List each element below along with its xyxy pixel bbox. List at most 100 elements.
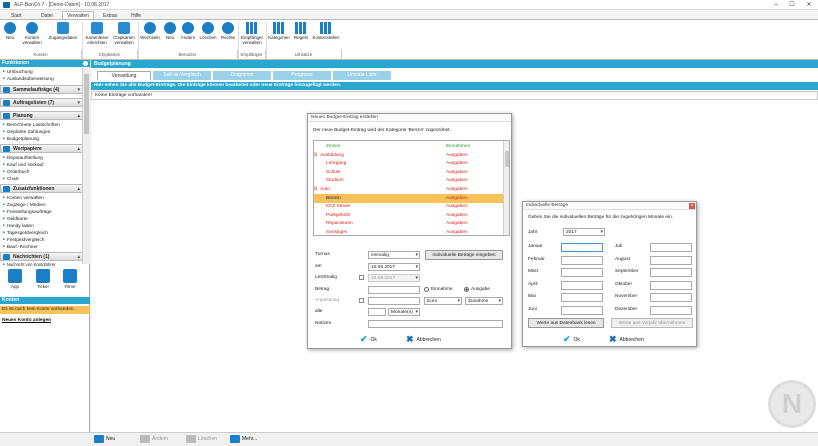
section-planung[interactable]: Planung ▴: [0, 111, 83, 120]
nav-umbuchung[interactable]: Umbuchung: [3, 69, 33, 75]
month-amount-input[interactable]: [561, 280, 603, 290]
month-amount-input[interactable]: [650, 243, 692, 252]
ok-button[interactable]: ✔ Ok: [360, 334, 377, 344]
turnus-select[interactable]: einmalig: [368, 251, 420, 259]
cancel-button[interactable]: ✖ Abbrechen: [406, 334, 441, 344]
benutzer-aendern-button[interactable]: Ändern: [179, 22, 197, 50]
tab-datei[interactable]: Datei: [36, 11, 58, 19]
anpassung-input[interactable]: [368, 297, 420, 305]
am-date-field[interactable]: 10.08.2017: [368, 263, 420, 271]
tree-row[interactable]: Benzin Ausgaben: [314, 193, 504, 203]
tree-row[interactable]: Lehrgang Ausgaben: [314, 159, 504, 168]
nav-depotaufstellung[interactable]: Depotaufstellung: [3, 155, 43, 161]
month-amount-input[interactable]: [650, 268, 692, 277]
month-amount-input[interactable]: [561, 243, 603, 252]
chipkarten-button[interactable]: Chipkarten verwalten: [111, 22, 137, 50]
new-account-link[interactable]: Neues Konto anlegen: [2, 318, 51, 323]
alle-input[interactable]: [368, 308, 386, 316]
ok-button[interactable]: ✔ Ok: [563, 334, 580, 344]
nav-zugaenge-medien[interactable]: Zugänge / Medien: [3, 202, 46, 208]
month-amount-input[interactable]: [650, 293, 692, 302]
cancel-button[interactable]: ✖ Abbrechen: [609, 334, 644, 344]
konto-neu-button[interactable]: Neu: [2, 22, 18, 50]
tab-prognose[interactable]: Prognose: [273, 71, 331, 80]
nav-kauf-verkauf[interactable]: Kauf und Verkauf: [3, 162, 44, 168]
notizen-input[interactable]: [368, 320, 503, 328]
kostenstellen-button[interactable]: Kostenstellen: [311, 22, 341, 50]
month-amount-input[interactable]: [561, 305, 603, 315]
wechseln-button[interactable]: Wechseln: [139, 22, 161, 50]
kartenleser-button[interactable]: Kartenleser einrichten: [84, 22, 110, 50]
einnahme-radio[interactable]: [424, 287, 429, 292]
month-amount-input[interactable]: [561, 268, 603, 277]
nav-chart[interactable]: Chart: [3, 176, 19, 182]
nav-tagesgeldvergleich[interactable]: Tagesgeldvergleich: [3, 230, 48, 236]
scrollbar-thumb[interactable]: [84, 74, 89, 134]
betrag-input[interactable]: [368, 286, 420, 294]
copy-previous-year-button[interactable]: Werte aus Vorjahr übernehmen: [611, 318, 693, 328]
month-amount-input[interactable]: [650, 255, 692, 265]
tree-row[interactable]: ⊟ Auto Ausgaben: [314, 185, 504, 194]
month-amount-input[interactable]: [650, 280, 692, 290]
nav-budgetplanung[interactable]: Budgetplanung: [3, 136, 39, 142]
scrollbar-thumb[interactable]: [505, 151, 509, 167]
section-wertpapiere[interactable]: Wertpapiere ▴: [0, 144, 83, 153]
loeschen-button[interactable]: Löschen: [186, 434, 217, 444]
individual-amounts-button[interactable]: Individuelle Beträge eingeben: [425, 250, 503, 260]
tab-hilfe[interactable]: Hilfe: [126, 11, 146, 19]
tree-row[interactable]: Reparaturen Ausgaben: [314, 219, 504, 228]
kategorien-button[interactable]: Kategorien: [267, 22, 291, 50]
maximize-button[interactable]: ☐: [786, 1, 798, 9]
section-sammelauftraege[interactable]: Sammelaufträge (4) ▾: [0, 85, 83, 94]
nav-orderbuch[interactable]: Orderbuch: [3, 169, 30, 175]
nav-auslandsueberweisung[interactable]: Auslandsüberweisung: [3, 76, 54, 82]
rechte-button[interactable]: Rechte: [219, 22, 237, 50]
section-auftragslisten[interactable]: Auftragslisten (7) ▾: [0, 98, 83, 107]
collapse-icon[interactable]: ⊟: [314, 185, 317, 194]
ausgabe-radio[interactable]: [464, 287, 469, 292]
tree-row[interactable]: Studium Ausgaben: [314, 176, 504, 185]
month-amount-input[interactable]: [561, 293, 603, 302]
benutzer-loeschen-button[interactable]: Löschen: [198, 22, 218, 50]
tab-start[interactable]: Start: [6, 11, 27, 19]
nav-nachricht[interactable]: Nachricht von Kontoführer: [3, 262, 56, 267]
left-scrollbar[interactable]: [82, 68, 90, 264]
tab-extras[interactable]: Extras: [98, 11, 122, 19]
letztmalig-date-field[interactable]: 10.08.2017: [368, 274, 420, 282]
collapse-icon[interactable]: ⊟: [314, 151, 317, 160]
tab-umsatzliste[interactable]: Umsatz-Liste: [333, 71, 391, 80]
minimize-button[interactable]: –: [770, 1, 782, 9]
month-amount-input[interactable]: [561, 255, 603, 265]
nav-konten-verwalten[interactable]: Konten verwalten: [3, 195, 44, 201]
letztmalig-checkbox[interactable]: [359, 275, 364, 280]
panel-pin-icon[interactable]: [83, 61, 88, 66]
read-db-values-button[interactable]: Werte aus Datenbank lesen: [528, 318, 604, 328]
app-button[interactable]: App: [6, 269, 24, 289]
tree-row[interactable]: ⊟ Ausbildung Ausgaben: [314, 151, 504, 160]
nav-berechnete-lastschriften[interactable]: Berechnete Lastschriften: [3, 122, 60, 128]
tree-row[interactable]: Parkgebühr Ausgaben: [314, 211, 504, 220]
ticker-button[interactable]: Ticker: [34, 269, 52, 289]
aendern-button[interactable]: Ändern: [140, 434, 168, 444]
currency-select[interactable]: Euro: [424, 297, 462, 305]
close-window-button[interactable]: ✕: [803, 1, 815, 9]
zunahme-select[interactable]: Zunahme: [465, 297, 503, 305]
nav-geplante-zahlungen[interactable]: Geplante Zahlungen: [3, 129, 50, 135]
tree-scrollbar[interactable]: [503, 141, 509, 235]
nav-baufinanzierungsrechner[interactable]: Bauf.-Rechner: [3, 244, 38, 250]
category-tree[interactable]: Sonstiges Ausgaben Reparaturen Ausgaben Park…: [313, 140, 510, 236]
nav-handy-laden[interactable]: Handy laden: [3, 223, 34, 229]
tree-row[interactable]: Sonstiges Ausgaben: [314, 228, 504, 235]
regeln-button[interactable]: Regeln: [292, 22, 310, 50]
nav-geldkarte[interactable]: Geldkarte: [3, 216, 28, 222]
anpassung-checkbox[interactable]: [359, 298, 364, 303]
nav-freistellungsauftraege[interactable]: Freistellungsaufträge: [3, 209, 52, 215]
mehr-button[interactable]: Mehr...: [230, 434, 257, 444]
section-nachrichten[interactable]: Nachrichten (1) ▴: [0, 252, 83, 261]
month-amount-input[interactable]: [650, 305, 692, 315]
tab-soll-ist[interactable]: Soll-Ist-Vergleich: [153, 71, 211, 80]
tree-row[interactable]: KFZ-Steuer Ausgaben: [314, 202, 504, 211]
tree-row[interactable]: Zinsen Einnahmen: [314, 142, 504, 151]
section-zusatzfunktionen[interactable]: Zusatzfunktionen ▴: [0, 184, 83, 193]
neu-button[interactable]: Neu: [94, 434, 115, 444]
